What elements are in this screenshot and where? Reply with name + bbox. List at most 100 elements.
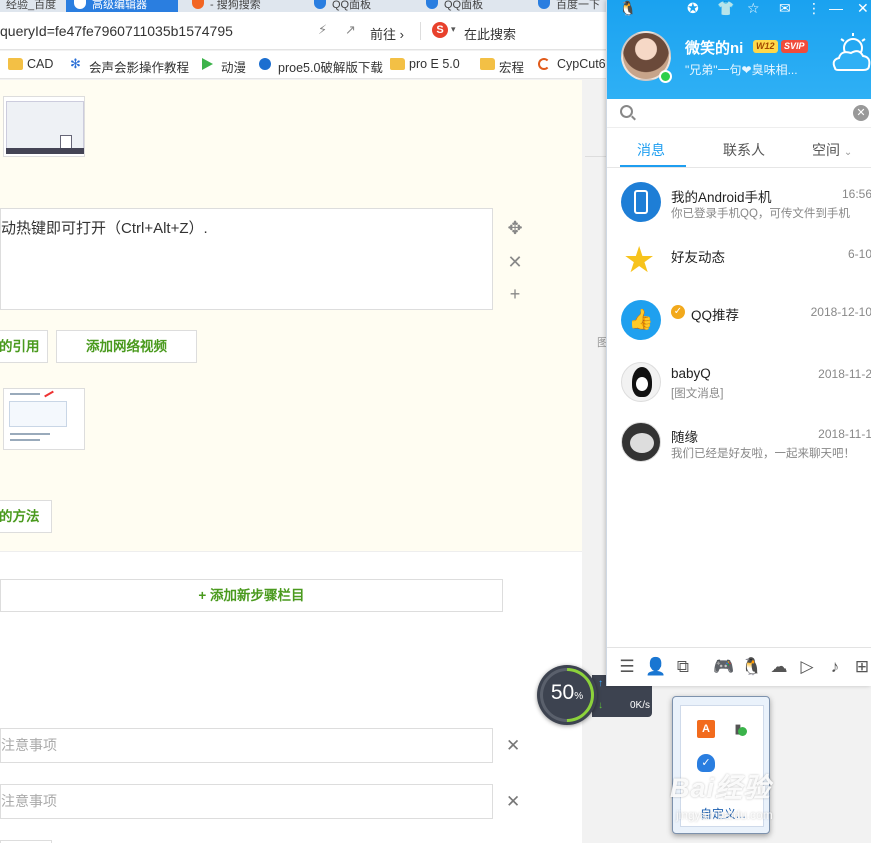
page-icon xyxy=(314,0,326,9)
app-manager-icon[interactable]: ⧉ xyxy=(673,657,693,677)
page-gutter xyxy=(582,80,606,843)
go-button[interactable]: 前往 › xyxy=(370,24,404,43)
bookmark-item[interactable]: pro E 5.0 xyxy=(390,57,460,71)
lightning-icon[interactable]: ⚡ xyxy=(318,22,327,38)
svip-badge[interactable]: SVIP xyxy=(781,40,808,53)
globe-icon xyxy=(259,58,271,70)
signature[interactable]: "兄弟"一句❤臭味相... xyxy=(685,61,798,78)
move-icon[interactable]: ✥ xyxy=(505,218,525,239)
thumbs-up-icon: 👍 xyxy=(621,300,661,340)
usb-device-icon[interactable]: ▮ xyxy=(729,720,747,738)
clear-icon[interactable]: ✕ xyxy=(853,105,869,121)
editor-content: 动热键即可打开（Ctrl+Alt+Z）. ✥ ✕ + 的引用 添加网络视频 的方… xyxy=(0,80,582,843)
download-arrow-icon: ↓ xyxy=(598,700,603,711)
divider xyxy=(420,22,421,40)
page-icon xyxy=(426,0,438,9)
chevron-down-icon[interactable]: ▾ xyxy=(451,24,456,35)
tab-messages[interactable]: 消息 xyxy=(637,140,665,160)
add-reference-button[interactable]: 的引用 xyxy=(0,330,48,363)
url-field[interactable]: queryId=fe47fe7960711035b1574795 xyxy=(0,23,233,39)
list-item[interactable]: ★ 好友动态 6-10 xyxy=(607,235,871,293)
nickname[interactable]: 微笑的ni xyxy=(685,37,743,58)
step-editor: 动热键即可打开（Ctrl+Alt+Z）. ✥ ✕ + 的引用 添加网络视频 的方… xyxy=(0,80,582,552)
tab-zone[interactable]: 空间 ⌄ xyxy=(812,140,852,160)
skin-icon[interactable]: 👕 xyxy=(717,0,734,16)
menu-icon[interactable]: ☰ xyxy=(617,657,637,677)
bookmark-item[interactable]: 宏程 xyxy=(480,57,524,76)
cloud-icon[interactable]: ☁ xyxy=(769,657,789,677)
favorite-icon[interactable]: ☆ xyxy=(747,0,760,16)
video-icon[interactable]: ▷ xyxy=(797,657,817,677)
memory-speed-ball[interactable]: 50% xyxy=(528,656,606,734)
verified-badge-icon: ✓ xyxy=(671,305,685,319)
customize-link[interactable]: 自定义... xyxy=(681,805,765,822)
browser-tab[interactable]: QQ面板 xyxy=(306,0,412,12)
list-item[interactable]: 我的Android手机 16:56 你已登录手机QQ，可传文件到手机 xyxy=(607,175,871,233)
upload-arrow-icon: ↑ xyxy=(598,678,603,689)
close-icon[interactable]: ✕ xyxy=(857,0,869,16)
qq-main-panel: 🐧 ✪ 👕 ☆ ✉ ⋮ — ✕ 微笑的ni W12 SVIP "兄弟"一句❤臭味… xyxy=(606,0,871,686)
bookmark-item[interactable]: CypCut6 xyxy=(538,57,606,71)
tray-overflow-popup: A ▮ ✓ 自定义... xyxy=(672,696,770,834)
sogou-search-icon[interactable]: S xyxy=(432,22,448,38)
qq-search-bar[interactable]: ✕ xyxy=(607,99,871,128)
qq-header: 🐧 ✪ 👕 ☆ ✉ ⋮ — ✕ 微笑的ni W12 SVIP "兄弟"一句❤臭味… xyxy=(607,0,871,99)
folder-icon xyxy=(390,58,405,70)
list-item[interactable]: 随缘 2018-11-1 我们已经是好友啦，一起来聊天吧！ xyxy=(607,415,871,473)
babyq-penguin-avatar xyxy=(621,362,661,402)
folder-icon xyxy=(8,58,23,70)
friend-feed-star-icon: ★ xyxy=(621,240,661,282)
weather-cloud-icon[interactable] xyxy=(829,30,871,80)
add-web-video-button[interactable]: 添加网络视频 xyxy=(56,330,197,363)
close-icon[interactable]: ✕ xyxy=(506,736,520,756)
pet-icon[interactable]: 🐧 xyxy=(741,657,762,677)
paw-icon: ✻ xyxy=(70,56,81,71)
page-icon xyxy=(74,0,86,9)
add-contact-icon[interactable]: 👤 xyxy=(645,657,666,677)
close-icon[interactable]: ✕ xyxy=(506,792,520,812)
play-icon xyxy=(202,58,213,70)
browser-tab[interactable]: - 搜狗搜索 xyxy=(184,0,300,12)
page-icon xyxy=(538,0,550,9)
game-icon[interactable]: 🎮 xyxy=(713,657,734,677)
qq-logo-icon[interactable]: 🐧 xyxy=(619,0,636,16)
add-method-button[interactable]: 的方法 xyxy=(0,500,52,533)
close-icon[interactable]: ✕ xyxy=(505,252,525,273)
list-item[interactable]: 👍 QQ推荐 ✓ 2018-12-10 xyxy=(607,293,871,351)
step-image-thumbnail[interactable] xyxy=(3,388,85,450)
browser-tab[interactable]: 经验_百度 xyxy=(0,0,60,12)
chevron-down-icon: ⌄ xyxy=(843,147,853,158)
list-item[interactable]: babyQ 2018-11-2 [图文消息] xyxy=(607,355,871,413)
bookmark-item[interactable]: CAD xyxy=(8,57,53,71)
online-status-icon[interactable] xyxy=(659,70,672,83)
tab-contacts[interactable]: 联系人 xyxy=(723,140,765,160)
office-app-icon[interactable]: A xyxy=(697,720,715,738)
qq-tabs: 消息 联系人 空间 ⌄ xyxy=(607,128,871,168)
more-icon[interactable]: ⋮ xyxy=(807,0,821,16)
level-badge[interactable]: W12 xyxy=(753,40,778,53)
apps-grid-icon[interactable]: ⊞ xyxy=(852,657,871,677)
music-icon[interactable]: ♪ xyxy=(825,657,845,677)
phone-avatar-icon xyxy=(621,182,661,222)
browser-tab[interactable]: QQ面板 xyxy=(418,0,524,12)
browser-tab[interactable]: 百度一下 xyxy=(530,0,610,12)
folder-icon xyxy=(480,58,495,70)
browser-tab-active[interactable]: 高级编辑器 xyxy=(66,0,178,12)
plus-icon[interactable]: + xyxy=(505,284,525,305)
note-field[interactable]: 注意事项 xyxy=(0,784,493,819)
star-badge-icon[interactable]: ✪ xyxy=(687,0,699,16)
security-shield-icon[interactable]: ✓ xyxy=(697,754,715,772)
step-image-thumbnail[interactable] xyxy=(3,96,85,157)
cypcut-icon xyxy=(538,58,550,70)
note-field[interactable]: 注意事项 xyxy=(0,728,493,763)
avatar xyxy=(621,422,661,462)
step-text-field[interactable]: 动热键即可打开（Ctrl+Alt+Z）. xyxy=(0,208,493,310)
minimize-icon[interactable]: — xyxy=(829,0,843,16)
mail-icon[interactable]: ✉ xyxy=(779,0,791,16)
search-box[interactable]: 在此搜索 xyxy=(464,24,516,43)
add-step-button[interactable]: + 添加新步骤栏目 xyxy=(0,579,503,612)
bookmark-item[interactable]: proe5.0破解版下载 xyxy=(259,57,383,76)
bookmark-item[interactable]: 动漫 xyxy=(202,57,246,76)
bookmark-item[interactable]: ✻ 会声会影操作教程 xyxy=(70,56,189,76)
share-icon[interactable]: ↗ xyxy=(345,22,356,38)
